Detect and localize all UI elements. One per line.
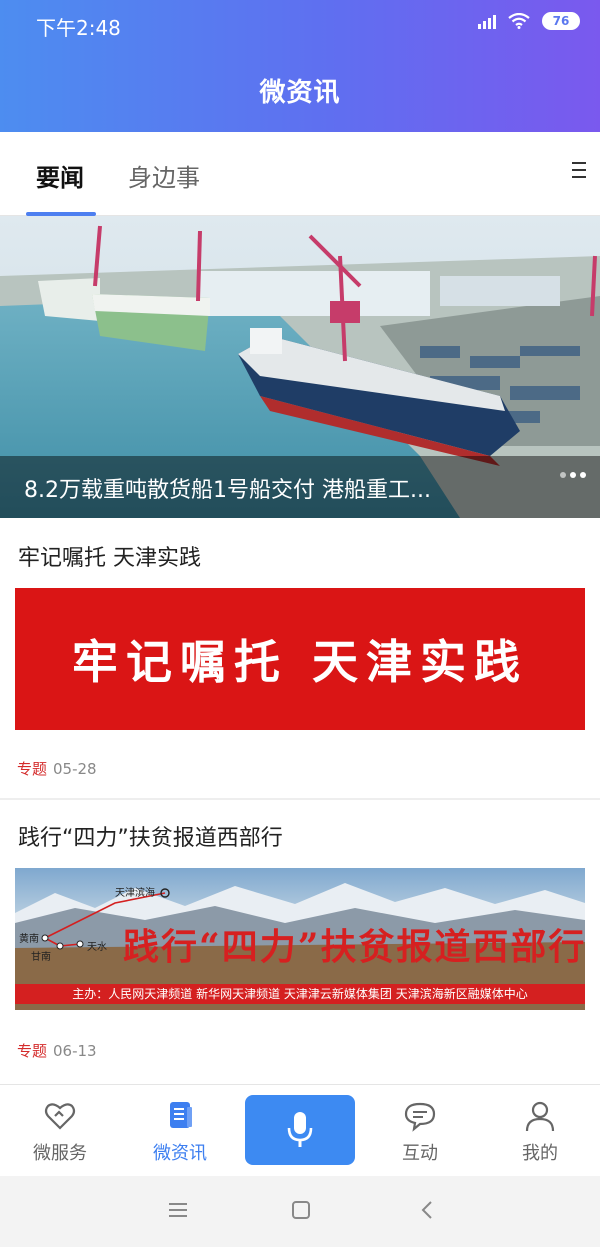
status-time: 下午2:48 (36, 16, 121, 40)
bottom-nav: 微服务 微资讯 互动 我的 (0, 1084, 600, 1176)
map-label: 甘南 (31, 952, 51, 963)
system-nav-bar (0, 1176, 600, 1247)
back-icon[interactable] (416, 1198, 440, 1222)
banner-text: 牢记嘱托 天津实践 (71, 635, 528, 689)
tab-bar: 要闻 身边事 (0, 132, 600, 216)
article-meta: 专题 06-13 (17, 1040, 97, 1061)
home-icon[interactable] (289, 1198, 313, 1222)
article-card[interactable]: 践行“四力”扶贫报道西部行 天津滨海 黄南 甘南 天水 践行“四力”扶贫报道西部… (0, 800, 600, 1082)
hero-banner[interactable]: 8.2万载重吨散货船1号船交付 港船重工... (0, 216, 600, 518)
article-date: 05-28 (53, 760, 97, 778)
topic-tag: 专题 (17, 760, 48, 778)
article-banner[interactable]: 牢记嘱托 天津实践 (15, 588, 585, 730)
article-date: 06-13 (53, 1042, 97, 1060)
page-title: 微资讯 (259, 78, 341, 108)
article-banner[interactable]: 天津滨海 黄南 甘南 天水 践行“四力”扶贫报道西部行 主办：人民网天津频道 新… (15, 868, 585, 1010)
nav-item-news[interactable]: 微资讯 (130, 1099, 230, 1165)
hero-caption[interactable]: 8.2万载重吨散货船1号船交付 港船重工... (24, 472, 524, 504)
heart-service-icon (44, 1103, 76, 1130)
article-title[interactable]: 践行“四力”扶贫报道西部行 (18, 820, 283, 852)
nav-label: 微资讯 (153, 1143, 207, 1164)
banner-text: 践行“四力”扶贫报道西部行 (123, 926, 585, 968)
document-icon (170, 1102, 192, 1128)
nav-item-interact[interactable]: 互动 (370, 1099, 470, 1165)
map-label: 黄南 (19, 934, 39, 945)
nav-item-mine[interactable]: 我的 (490, 1099, 590, 1165)
article-card[interactable]: 牢记嘱托 天津实践 牢记嘱托 天津实践 专题 05-28 (0, 518, 600, 798)
map-label: 天津滨海 (115, 888, 155, 899)
voice-button[interactable] (245, 1095, 355, 1165)
tab-headlines[interactable]: 要闻 (36, 158, 84, 193)
recent-apps-icon[interactable] (166, 1198, 190, 1222)
app-header: 下午2:48 76 微资讯 (0, 0, 600, 132)
microphone-icon (287, 1112, 313, 1147)
signal-icon (478, 13, 496, 29)
status-icons: 76 (478, 12, 580, 30)
battery-indicator: 76 (542, 12, 580, 30)
menu-icon[interactable] (572, 162, 586, 180)
article-title[interactable]: 牢记嘱托 天津实践 (18, 540, 201, 572)
user-icon (525, 1101, 555, 1132)
topic-tag: 专题 (17, 1042, 48, 1060)
sponsor-strip: 主办：人民网天津频道 新华网天津频道 天津津云新媒体集团 天津滨海新区融媒体中心 (15, 984, 585, 1004)
map-label: 天水 (87, 942, 107, 953)
carousel-dots (560, 472, 586, 478)
nav-label: 微服务 (33, 1143, 87, 1164)
nav-label: 我的 (522, 1143, 558, 1164)
tab-nearby[interactable]: 身边事 (128, 158, 200, 193)
wifi-icon (508, 13, 530, 29)
nav-label: 互动 (402, 1143, 438, 1164)
chat-bubble-icon (404, 1102, 436, 1132)
article-meta: 专题 05-28 (17, 758, 97, 779)
nav-item-services[interactable]: 微服务 (10, 1099, 110, 1165)
